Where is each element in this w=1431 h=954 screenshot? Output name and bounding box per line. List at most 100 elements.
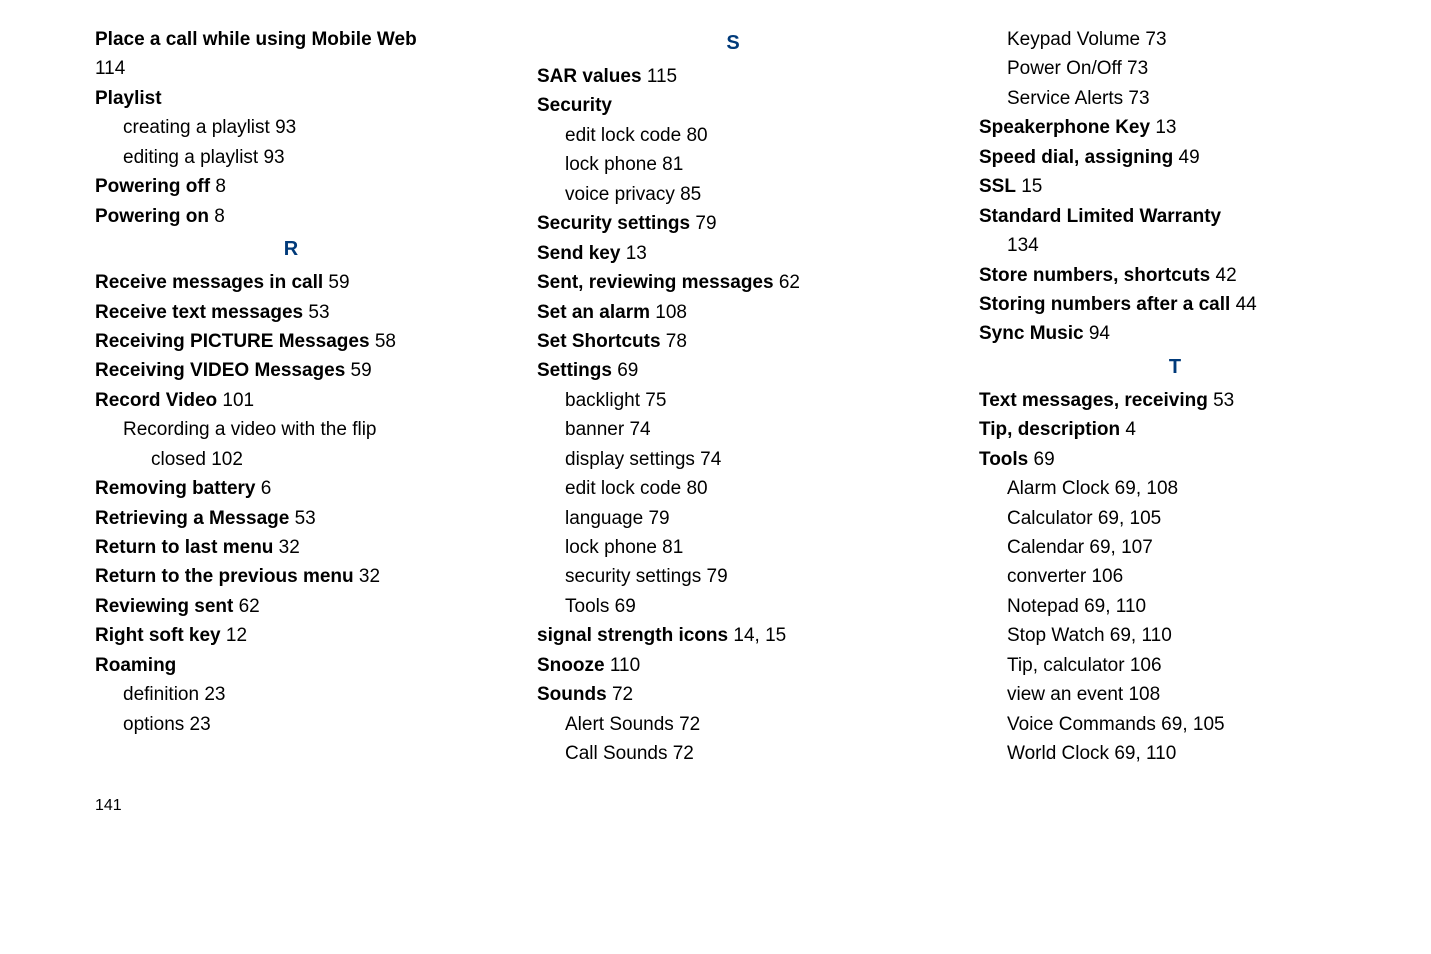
index-page-ref: Tools 69 — [565, 596, 636, 617]
index-entry: Roaming — [95, 651, 487, 680]
index-entry: Security — [537, 91, 929, 120]
index-entry: lock phone 81 — [565, 150, 929, 179]
index-entry: language 79 — [565, 504, 929, 533]
index-entry: Speed dial, assigning 49 — [979, 143, 1371, 172]
index-page-ref: 53 — [1208, 390, 1234, 411]
index-term: Receive text messages — [95, 302, 303, 323]
index-page-ref: 79 — [690, 213, 716, 234]
index-page-ref: 94 — [1084, 323, 1110, 344]
index-page-ref: 4 — [1120, 419, 1136, 440]
index-page-ref: 69 — [612, 360, 638, 381]
index-term: Sounds — [537, 684, 607, 705]
index-page-ref: Calculator 69, 105 — [1007, 508, 1161, 529]
index-entry: Store numbers, shortcuts 42 — [979, 261, 1371, 290]
index-page-ref: 59 — [345, 360, 371, 381]
index-page-ref: 114 — [95, 58, 125, 79]
index-page-ref: 78 — [661, 331, 687, 352]
index-entry: Settings 69 — [537, 356, 929, 385]
index-term: Place a call while using Mobile Web — [95, 29, 417, 50]
index-page-ref: 32 — [354, 566, 380, 587]
index-entry: Calculator 69, 105 — [1007, 504, 1371, 533]
index-term: SSL — [979, 176, 1016, 197]
index-term: Powering on — [95, 206, 209, 227]
index-entry: Tip, description 4 — [979, 415, 1371, 444]
index-entry: Tip, calculator 106 — [1007, 651, 1371, 680]
index-term: Reviewing sent — [95, 596, 233, 617]
index-page-ref: Power On/Off 73 — [1007, 58, 1148, 79]
index-entry: Tools 69 — [979, 445, 1371, 474]
index-term: Receiving VIDEO Messages — [95, 360, 345, 381]
index-term: Receive messages in call — [95, 272, 323, 293]
index-page-ref: closed 102 — [151, 449, 243, 470]
index-term: Powering off — [95, 176, 210, 197]
index-entry: Sounds 72 — [537, 680, 929, 709]
index-page-ref: 108 — [650, 302, 687, 323]
index-column-2: S SAR values 115Security edit lock code 80… — [537, 25, 929, 769]
index-entry: Set Shortcuts 78 — [537, 327, 929, 356]
index-page-ref: 134 — [1007, 235, 1039, 256]
index-page-ref: 72 — [607, 684, 633, 705]
index-entry: Power On/Off 73 — [1007, 54, 1371, 83]
index-entry: Record Video 101 — [95, 386, 487, 415]
index-entry: Voice Commands 69, 105 — [1007, 710, 1371, 739]
index-entry: Playlist — [95, 84, 487, 113]
index-entry: Place a call while using Mobile Web — [95, 25, 487, 54]
index-page-ref: 42 — [1210, 265, 1236, 286]
index-entry: security settings 79 — [565, 562, 929, 591]
index-term: Receiving PICTURE Messages — [95, 331, 370, 352]
index-term: Return to last menu — [95, 537, 273, 558]
index-entry: Receive text messages 53 — [95, 298, 487, 327]
section-letter: S — [537, 28, 929, 59]
index-page-ref: Alert Sounds 72 — [565, 714, 700, 735]
index-page-ref: 62 — [233, 596, 259, 617]
index-entry: Removing battery 6 — [95, 474, 487, 503]
index-entry: backlight 75 — [565, 386, 929, 415]
index-entry: 114 — [95, 54, 487, 83]
index-entry: Send key 13 — [537, 239, 929, 268]
index-entry: Tools 69 — [565, 592, 929, 621]
index-entry: SAR values 115 — [537, 62, 929, 91]
index-entry: view an event 108 — [1007, 680, 1371, 709]
index-term: Right soft key — [95, 625, 221, 646]
index-entry: Reviewing sent 62 — [95, 592, 487, 621]
index-page-ref: edit lock code 80 — [565, 478, 708, 499]
index-entry: edit lock code 80 — [565, 474, 929, 503]
index-entry: options 23 — [123, 710, 487, 739]
index-term: Speed dial, assigning — [979, 147, 1173, 168]
index-page-ref: Alarm Clock 69, 108 — [1007, 478, 1178, 499]
index-term: Snooze — [537, 655, 605, 676]
index-entry: Powering off 8 — [95, 172, 487, 201]
index-page-ref: Keypad Volume 73 — [1007, 29, 1167, 50]
index-page-ref: 6 — [255, 478, 271, 499]
index-entry: Standard Limited Warranty — [979, 202, 1371, 231]
index-entry: Return to the previous menu 32 — [95, 562, 487, 591]
index-page-ref: World Clock 69, 110 — [1007, 743, 1176, 764]
index-entry: Sync Music 94 — [979, 319, 1371, 348]
index-entry: 134 — [1007, 231, 1371, 260]
index-entry: Recording a video with the flip — [123, 415, 487, 444]
index-entry: lock phone 81 — [565, 533, 929, 562]
index-page-ref: 12 — [221, 625, 247, 646]
section-letter: T — [979, 352, 1371, 383]
index-page-ref: 8 — [209, 206, 225, 227]
index-term: Set an alarm — [537, 302, 650, 323]
index-page-ref: 53 — [303, 302, 329, 323]
index-page-ref: 8 — [210, 176, 226, 197]
index-entry: banner 74 — [565, 415, 929, 444]
index-page-ref: Stop Watch 69, 110 — [1007, 625, 1172, 646]
index-page-ref: language 79 — [565, 508, 670, 529]
index-entry: Speakerphone Key 13 — [979, 113, 1371, 142]
index-entry: creating a playlist 93 — [123, 113, 487, 142]
index-column-3: Keypad Volume 73 Power On/Off 73 Service A… — [979, 25, 1371, 769]
index-column-1: Place a call while using Mobile Web 114 Pl… — [95, 25, 487, 769]
index-entry: Receive messages in call 59 — [95, 268, 487, 297]
section-letter: R — [95, 234, 487, 265]
index-page-ref: Service Alerts 73 — [1007, 88, 1150, 109]
index-entry: Keypad Volume 73 — [1007, 25, 1371, 54]
index-page-ref: 14, 15 — [728, 625, 786, 646]
index-term: SAR values — [537, 66, 642, 87]
index-entry: Alarm Clock 69, 108 — [1007, 474, 1371, 503]
index-entry: editing a playlist 93 — [123, 143, 487, 172]
index-term: Playlist — [95, 88, 162, 109]
index-page-ref: 53 — [289, 508, 315, 529]
